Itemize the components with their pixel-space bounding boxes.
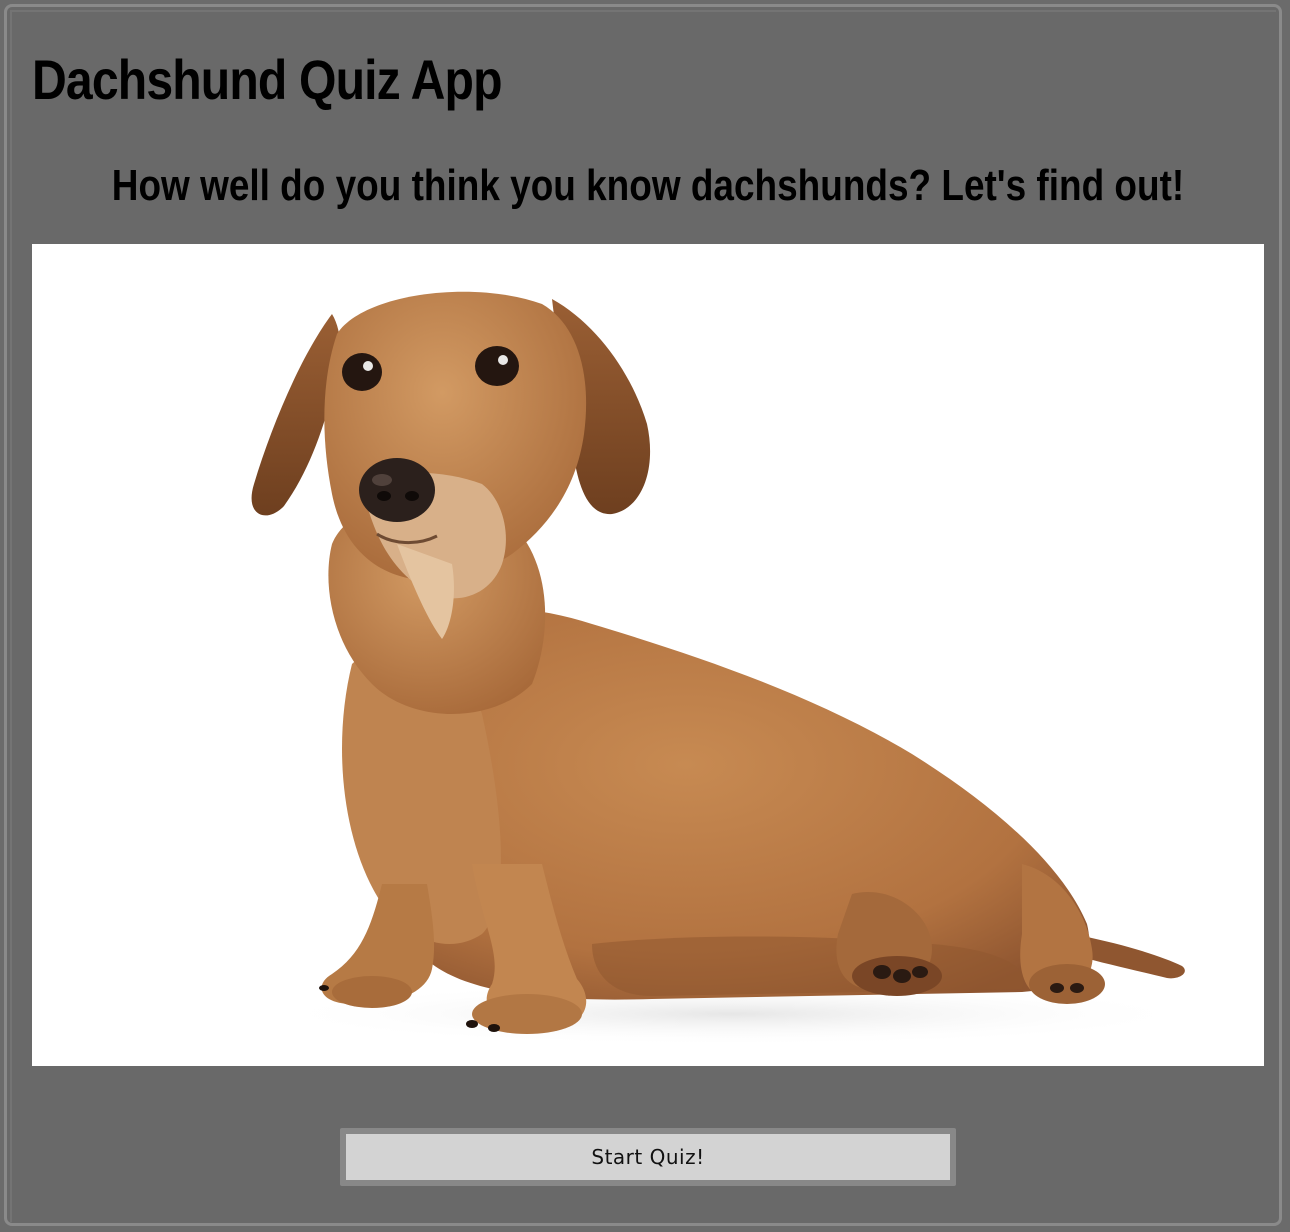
quiz-subtitle: How well do you think you know dachshund… <box>111 161 1185 210</box>
start-quiz-button[interactable]: Start Quiz! <box>346 1134 950 1180</box>
start-button-frame: Start Quiz! <box>340 1128 956 1186</box>
app-title: Dachshund Quiz App <box>32 48 503 111</box>
dachshund-illustration <box>251 291 1202 1046</box>
dachshund-photo <box>32 244 1264 1066</box>
